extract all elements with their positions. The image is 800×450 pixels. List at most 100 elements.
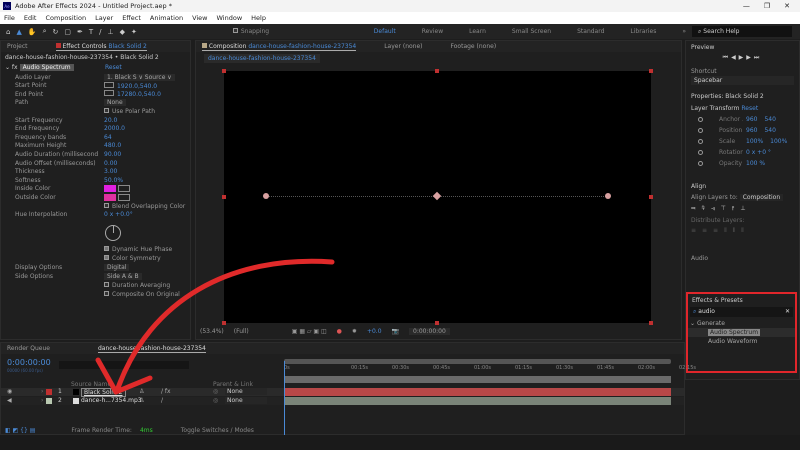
pickwhip-icon[interactable]: ◎ [213,397,218,404]
checkbox[interactable] [104,254,109,260]
timeline-search-input[interactable] [59,361,189,369]
brush-tool-icon[interactable]: / [99,28,101,36]
checkbox[interactable] [104,107,109,113]
transform-value-2[interactable]: 540 [764,116,775,123]
distribute-buttons[interactable]: ≡≡≡⫴⫴⫴ [686,225,799,237]
property-value[interactable]: 0 x +0.0° [104,211,133,218]
label-color[interactable] [46,389,52,395]
quality-icon[interactable]: / fx [161,388,171,395]
property-value[interactable]: Dynamic Hue Phase [104,245,172,253]
workspace-standard[interactable]: Standard [577,28,604,35]
exposure-icon[interactable]: ✹ [352,328,357,335]
tab-project[interactable]: Project [7,43,28,50]
minimize-button[interactable]: — [743,2,750,10]
tab-effect-controls[interactable]: Effect Controls Black Solid 2 [55,42,147,51]
layer-duration-bar[interactable] [284,388,671,396]
tab-composition[interactable]: Composition dance-house-fashion-house-23… [202,42,357,51]
playhead[interactable] [284,361,285,436]
value-text[interactable]: 1920.0,540.0 [117,83,157,90]
value-text[interactable]: 0 x +0.0° [104,211,133,218]
effect-item-audio-spectrum[interactable]: Audio Spectrum [688,328,795,337]
checkbox[interactable] [104,281,109,287]
property-value[interactable]: Digital [104,263,130,271]
property-value[interactable] [104,185,130,193]
property-value[interactable]: Side A & B [104,272,142,280]
transform-value-1[interactable]: 0 x +0 ° [746,149,771,156]
stopwatch-icon[interactable] [698,150,703,155]
expand-chevron[interactable]: › [41,388,43,395]
value-text[interactable]: Duration Averaging [112,282,170,289]
property-value[interactable]: 2000.0 [104,125,125,132]
workspace-default[interactable]: Default [374,28,396,35]
rect-tool-icon[interactable]: ▢ [64,28,71,36]
preview-controls[interactable]: ⏮◀▶▶⏭ [686,54,799,62]
value-text[interactable]: Dynamic Hue Phase [112,246,172,253]
anchor-point-handle[interactable] [432,191,442,201]
layer-duration-bar[interactable] [284,397,671,405]
eyedropper-icon[interactable] [117,185,130,193]
layer-row[interactable]: ◀ › ♙ / ◎ 2 dance-h...7354.mp3 None [1,397,684,405]
shortcut-dropdown[interactable]: Spacebar [691,76,794,85]
value-text[interactable]: 2000.0 [104,125,125,132]
parent-dropdown[interactable]: None [225,397,267,404]
expand-chevron[interactable]: › [41,397,43,404]
zoom-tool-icon[interactable]: ⌕ [43,27,47,36]
toggle-icons[interactable]: ◧ ◩ {} ▤ [5,427,35,434]
color-channel-icon[interactable]: ● [337,328,342,335]
property-value[interactable]: 20.0 [104,117,117,124]
property-value[interactable]: Duration Averaging [104,281,170,289]
crosshair-icon[interactable] [104,81,114,88]
timeline-timecode[interactable]: 0:00:00:00 [7,358,51,367]
value-text[interactable]: Blend Overlapping Color [112,203,185,210]
value-text[interactable]: 17280.0,540.0 [117,91,161,98]
tab-layer[interactable]: Layer (none) [384,43,422,50]
property-value[interactable]: 17280.0,540.0 [104,90,161,98]
clear-search-icon[interactable]: ✕ [785,308,790,316]
comp-subtab[interactable]: dance-house-fashion-house-237354 [204,54,320,63]
label-color[interactable] [46,398,52,404]
value-text[interactable]: None [104,99,126,107]
value-text[interactable]: 20.0 [104,117,117,124]
effects-group-generate[interactable]: ⌄ Generate [688,317,795,328]
property-value[interactable]: 64 [104,134,112,141]
transform-value-1[interactable]: 960 [746,127,757,134]
checkbox[interactable] [104,290,109,296]
value-text[interactable]: 480.0 [104,142,121,149]
value-text[interactable]: 90.00 [104,151,121,158]
work-area-bar[interactable] [284,376,671,383]
audio-icon[interactable]: ◀ [7,397,12,404]
comp-timecode[interactable]: 0:00:00:00 [409,328,450,335]
menu-file[interactable]: File [4,14,15,22]
property-value[interactable]: Blend Overlapping Color [104,202,185,210]
home-icon[interactable]: ⌂ [6,28,10,36]
property-value[interactable]: 0.00 [104,160,117,167]
end-point-handle[interactable] [605,193,611,199]
pickwhip-icon[interactable]: ◎ [213,388,218,395]
workspace-learn[interactable]: Learn [469,28,486,35]
menu-edit[interactable]: Edit [24,14,37,22]
property-value[interactable]: 1920.0,540.0 [104,81,157,90]
zoom-dropdown[interactable]: (53.4%) [200,328,224,335]
property-value[interactable]: Color Symmetry [104,254,161,262]
rotate-tool-icon[interactable]: ↻ [52,28,58,36]
transform-reset-button[interactable]: Reset [741,105,758,112]
maximize-button[interactable]: ❐ [764,2,770,10]
align-buttons[interactable]: ⫤⫩⫣⊤⫯⊥ [686,202,799,216]
text-tool-icon[interactable]: T [89,28,93,36]
exposure-value[interactable]: +0.0 [367,328,382,335]
color-swatch[interactable] [104,193,116,201]
effects-search-input[interactable]: ⌕ audio ✕ [690,307,793,317]
value-text[interactable]: 1. Black S ∨ Source ∨ [104,73,175,81]
layer-name[interactable]: Black Solid 2 [81,388,126,397]
eyedropper-icon[interactable] [117,193,130,201]
value-text[interactable]: Digital [104,263,130,271]
transform-value-1[interactable]: 100% [746,138,763,145]
property-value[interactable]: Use Polar Path [104,107,155,115]
value-text[interactable]: 50.0% [104,177,123,184]
tab-timeline-comp[interactable]: dance-house-fashion-house-237354 [97,345,206,353]
close-button[interactable]: ✕ [784,2,790,10]
layer-row[interactable]: ◉ › ♙ / fx ◎ 1 Black Solid 2 None [1,388,684,397]
eraser-tool-icon[interactable]: ◆ [120,28,125,36]
value-text[interactable]: Composite On Original [112,291,180,298]
property-value[interactable]: None [104,99,126,107]
